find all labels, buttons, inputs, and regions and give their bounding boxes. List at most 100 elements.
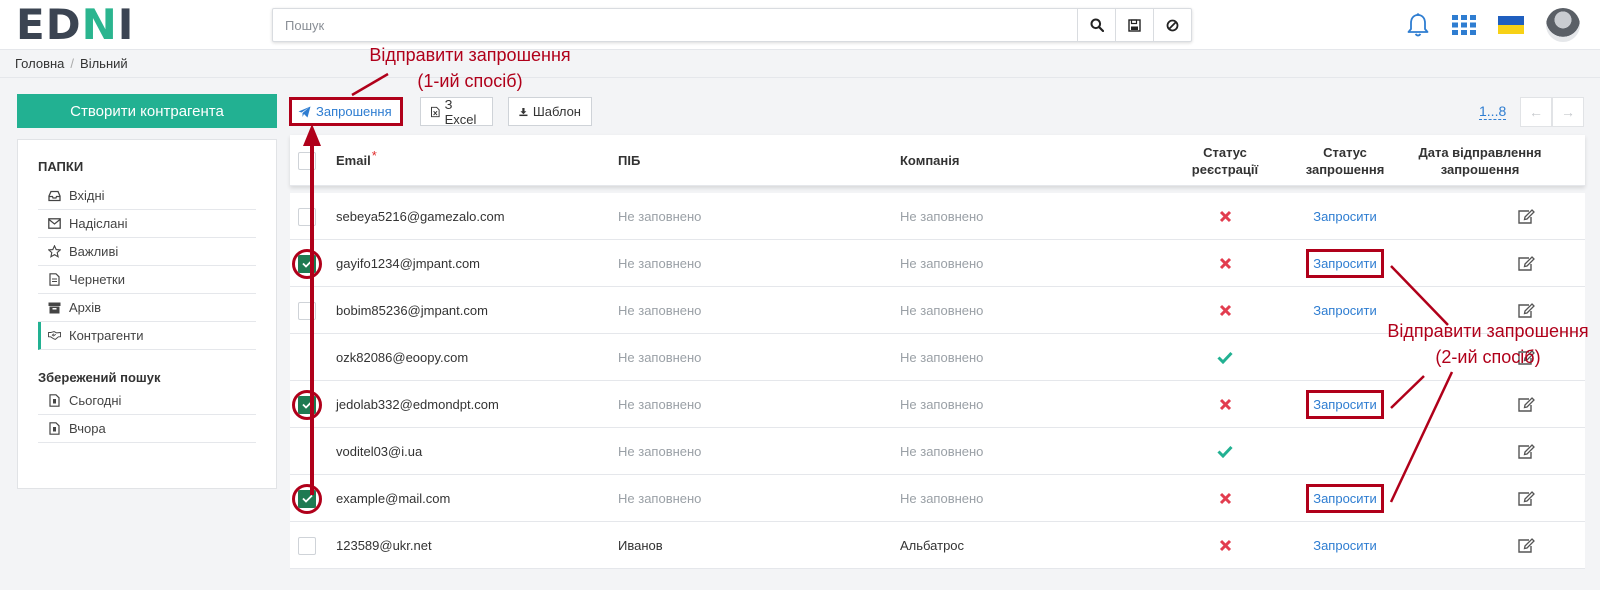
check-icon: [301, 494, 313, 503]
row-email: sebeya5216@gamezalo.com: [336, 209, 505, 224]
create-counterparty-button[interactable]: Створити контрагента: [17, 94, 277, 128]
sidebar-item-yesterday[interactable]: Вчора: [38, 415, 256, 443]
edit-icon[interactable]: [1518, 303, 1535, 318]
sidebar-item-today[interactable]: Сьогодні: [38, 387, 256, 415]
row-company: Не заповнено: [900, 491, 984, 506]
table-row[interactable]: jedolab332@edmondpt.com Не заповнено Не за…: [290, 381, 1585, 428]
header-company[interactable]: Компанія: [900, 135, 959, 186]
download-template-button[interactable]: Шаблон: [508, 97, 592, 126]
cross-mark-icon: [1219, 210, 1231, 223]
highlight-ring: [292, 483, 322, 514]
row-company: Не заповнено: [900, 209, 984, 224]
clear-search-button[interactable]: [1153, 9, 1191, 41]
send-invitation-label: Запрошення: [316, 104, 392, 119]
top-right-icons: [1406, 8, 1580, 42]
row-checkbox[interactable]: [298, 207, 316, 226]
header-invitation-status[interactable]: Статус запрошення: [1290, 135, 1400, 186]
edin-logo[interactable]: ED N I: [16, 0, 134, 49]
highlight-ring: [292, 389, 322, 420]
table-row[interactable]: 123589@ukr.net Иванов Альбатрос Запросити: [290, 522, 1585, 569]
sidebar-item-archive[interactable]: Архів: [38, 294, 256, 322]
edit-icon[interactable]: [1518, 397, 1535, 412]
search-bar: [272, 8, 1192, 42]
search-button[interactable]: [1077, 9, 1115, 41]
envelope-icon: [48, 218, 61, 229]
sidebar-item-inbox[interactable]: Вхідні: [38, 182, 256, 210]
table-row[interactable]: sebeya5216@gamezalo.com Не заповнено Не за…: [290, 193, 1585, 240]
row-invitation-status: Запросити: [1290, 475, 1400, 522]
row-company: Не заповнено: [900, 444, 984, 459]
sidebar-item-label: Архів: [69, 300, 102, 315]
breadcrumb-home[interactable]: Головна: [15, 56, 64, 71]
header-sent-date[interactable]: Дата відправлення запрошення: [1405, 135, 1555, 186]
row-name: Не заповнено: [618, 256, 702, 271]
annotation-method-1: Відправити запрошення (1-ий спосіб): [369, 45, 571, 91]
cross-mark-icon: [1219, 539, 1231, 552]
invite-link[interactable]: Запросити: [1313, 538, 1377, 553]
edit-icon[interactable]: [1518, 256, 1535, 271]
row-checkbox[interactable]: [298, 301, 316, 320]
sidebar-item-label: Надіслані: [69, 216, 128, 231]
row-name: Не заповнено: [618, 491, 702, 506]
row-name: Не заповнено: [618, 397, 702, 412]
pagination-range[interactable]: 1...8: [1479, 103, 1507, 120]
table-row[interactable]: example@mail.com Не заповнено Не заповнено…: [290, 475, 1585, 522]
row-edit-cell: [1518, 193, 1535, 240]
row-company: Альбатрос: [900, 538, 965, 553]
table-row[interactable]: gayifo1234@jmpant.com Не заповнено Не запо…: [290, 240, 1585, 287]
sidebar-item-sent[interactable]: Надіслані: [38, 210, 256, 238]
search-input[interactable]: [273, 9, 1077, 41]
apps-grid-icon[interactable]: [1452, 15, 1476, 35]
sidebar-item-counterparties[interactable]: Контрагенти: [38, 322, 256, 350]
sidebar: ПАПКИ Вхідні Надіслані Важливі Чернетки …: [17, 139, 277, 489]
row-company: Не заповнено: [900, 397, 984, 412]
prev-page-button[interactable]: ←: [1520, 97, 1552, 127]
arrow-left-icon: ←: [1529, 104, 1543, 120]
invite-link[interactable]: Запросити: [1306, 484, 1384, 513]
star-icon: [48, 245, 61, 258]
saved-doc-icon: [49, 394, 60, 407]
user-avatar[interactable]: [1546, 8, 1580, 42]
row-registration-status: [1180, 240, 1270, 287]
edit-icon[interactable]: [1518, 538, 1535, 553]
arrow-right-icon: →: [1561, 104, 1575, 120]
edit-icon[interactable]: [1518, 491, 1535, 506]
header-name[interactable]: ПІБ: [618, 135, 640, 186]
check-mark-icon: [1217, 445, 1233, 458]
ukraine-flag-icon[interactable]: [1498, 16, 1524, 34]
row-checkbox[interactable]: [298, 536, 316, 555]
draft-icon: [49, 273, 60, 286]
row-registration-status: [1180, 522, 1270, 569]
invite-link[interactable]: Запросити: [1313, 303, 1377, 318]
invite-link[interactable]: Запросити: [1313, 209, 1377, 224]
invite-link[interactable]: Запросити: [1306, 390, 1384, 419]
download-template-label: Шаблон: [532, 104, 581, 119]
row-checkbox[interactable]: [298, 489, 316, 508]
table-row[interactable]: voditel03@i.ua Не заповнено Не заповнено: [290, 428, 1585, 475]
import-excel-button[interactable]: З Excel: [420, 97, 493, 127]
edit-icon[interactable]: [1518, 209, 1535, 224]
sidebar-item-important[interactable]: Важливі: [38, 238, 256, 266]
sidebar-item-label: Вхідні: [69, 188, 105, 203]
row-checkbox[interactable]: [298, 395, 316, 414]
save-search-button[interactable]: [1115, 9, 1153, 41]
check-icon: [301, 259, 313, 268]
row-invitation-status: Запросити: [1290, 193, 1400, 240]
edit-icon[interactable]: [1518, 444, 1535, 459]
row-edit-cell: [1518, 428, 1535, 475]
send-invitation-button[interactable]: Запрошення: [289, 97, 403, 126]
next-page-button[interactable]: →: [1552, 97, 1584, 127]
header-registration-status[interactable]: Статус реєстрації: [1180, 135, 1270, 186]
row-company: Не заповнено: [900, 303, 984, 318]
row-registration-status: [1180, 428, 1270, 475]
invite-link[interactable]: Запросити: [1306, 249, 1384, 278]
annotation-method-2: Відправити запрошення (2-ий спосіб): [1387, 321, 1589, 367]
row-checkbox[interactable]: [298, 254, 316, 273]
row-name: Не заповнено: [618, 350, 702, 365]
sidebar-item-drafts[interactable]: Чернетки: [38, 266, 256, 294]
ban-icon: [1166, 19, 1179, 31]
paper-plane-icon: [298, 106, 311, 117]
header-email[interactable]: Email *: [336, 135, 377, 186]
bell-icon[interactable]: [1406, 12, 1430, 38]
select-all-checkbox[interactable]: [298, 151, 316, 170]
